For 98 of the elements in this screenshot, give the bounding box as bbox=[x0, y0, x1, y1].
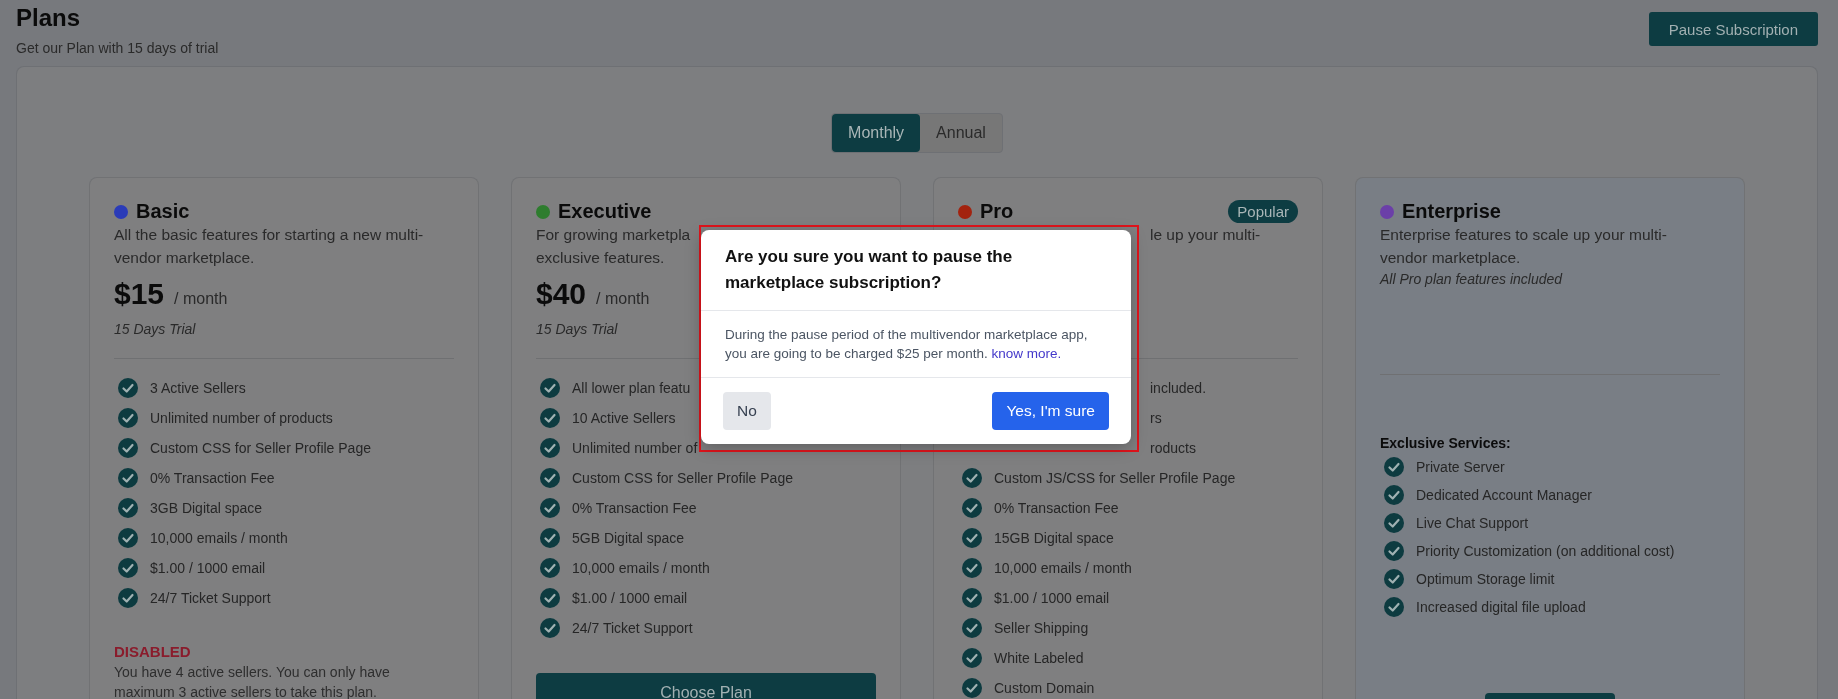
check-circle-icon bbox=[540, 408, 560, 428]
plan-description: All the basic features for starting a new multi- bbox=[114, 225, 424, 245]
check-circle-icon bbox=[962, 528, 982, 548]
feature-text: Priority Customization (on additional cost) bbox=[1416, 543, 1675, 559]
feature-text: Custom JS/CSS for Seller Profile Page bbox=[994, 470, 1236, 486]
feature-text: 3GB Digital space bbox=[150, 500, 263, 516]
plan-name: Executive bbox=[558, 200, 652, 223]
check-circle-icon bbox=[540, 378, 560, 398]
feature-text: Dedicated Account Manager bbox=[1416, 487, 1592, 503]
check-circle-icon bbox=[962, 618, 982, 638]
dialog-title: Are you sure you want to pause the marketplace subscription? bbox=[724, 246, 1014, 294]
check-circle-icon bbox=[118, 498, 138, 518]
plan-name: Enterprise bbox=[1402, 200, 1501, 223]
feature-text: 15GB Digital space bbox=[994, 530, 1114, 546]
plan-price: $15 bbox=[114, 277, 165, 311]
feature-text: 10,000 emails / month bbox=[994, 560, 1132, 576]
page-title: Plans bbox=[16, 4, 81, 32]
feature-text: $1.00 / 1000 email bbox=[150, 560, 266, 576]
trial-label: 15 Days Trial bbox=[114, 321, 196, 337]
popular-badge: Popular bbox=[1228, 200, 1298, 223]
feature-text: Seller Shipping bbox=[994, 620, 1089, 636]
confirm-button[interactable]: Yes, I'm sure bbox=[992, 392, 1109, 430]
check-circle-icon bbox=[1384, 457, 1404, 477]
feature-text: Custom Domain bbox=[994, 680, 1095, 696]
feature-text: 0% Transaction Fee bbox=[150, 470, 275, 486]
feature-text: All lower plan featu bbox=[572, 380, 691, 396]
plan-description: exclusive features. bbox=[536, 248, 665, 268]
check-circle-icon bbox=[118, 378, 138, 398]
page-subtitle: Get our Plan with 15 days of trial bbox=[16, 40, 219, 56]
check-circle-icon bbox=[962, 498, 982, 518]
know-more-link[interactable]: know more. bbox=[991, 346, 1062, 361]
feature-text: 3 Active Sellers bbox=[150, 380, 246, 396]
no-button[interactable]: No bbox=[723, 392, 771, 430]
feature-text: White Labeled bbox=[994, 650, 1084, 666]
feature-text: included. bbox=[1150, 380, 1207, 396]
plan-name: Pro bbox=[980, 200, 1014, 223]
pause-subscription-button[interactable]: Pause Subscription bbox=[1648, 12, 1818, 46]
plan-description: vendor marketplace. bbox=[1380, 248, 1521, 268]
feature-text: Custom CSS for Seller Profile Page bbox=[150, 440, 371, 456]
check-circle-icon bbox=[540, 558, 560, 578]
feature-text: Increased digital file upload bbox=[1416, 599, 1586, 615]
check-circle-icon bbox=[540, 618, 560, 638]
check-circle-icon bbox=[962, 468, 982, 488]
feature-text: 0% Transaction Fee bbox=[994, 500, 1119, 516]
check-circle-icon bbox=[118, 558, 138, 578]
check-circle-icon bbox=[540, 438, 560, 458]
plan-description: For growing marketpla bbox=[536, 225, 691, 245]
feature-text: 0% Transaction Fee bbox=[572, 500, 697, 516]
plan-description: vendor marketplace. bbox=[114, 248, 255, 268]
check-circle-icon bbox=[540, 588, 560, 608]
feature-text: $1.00 / 1000 email bbox=[994, 590, 1110, 606]
plan-price: $40 bbox=[536, 277, 587, 311]
feature-text: 5GB Digital space bbox=[572, 530, 685, 546]
check-circle-icon bbox=[1384, 569, 1404, 589]
price-period: / month bbox=[596, 290, 650, 308]
check-circle-icon bbox=[540, 498, 560, 518]
check-circle-icon bbox=[118, 408, 138, 428]
check-circle-icon bbox=[962, 648, 982, 668]
plan-note: All Pro plan features included bbox=[1380, 271, 1563, 287]
feature-text: 24/7 Ticket Support bbox=[572, 620, 693, 636]
price-period: / month bbox=[174, 290, 228, 308]
check-circle-icon bbox=[1384, 597, 1404, 617]
check-circle-icon bbox=[118, 528, 138, 548]
feature-text: roducts bbox=[1150, 440, 1196, 456]
feature-text: $1.00 / 1000 email bbox=[572, 590, 688, 606]
disabled-label: DISABLED bbox=[114, 643, 191, 660]
feature-text: 10,000 emails / month bbox=[572, 560, 710, 576]
plan-name: Basic bbox=[136, 200, 190, 223]
disabled-message: You have 4 active sellers. You can only have maximum 3 active sellers to take this plan. bbox=[114, 663, 391, 699]
feature-text: 10 Active Sellers bbox=[572, 410, 676, 426]
plan-description: Enterprise features to scale up your multi- bbox=[1380, 225, 1667, 245]
check-circle-icon bbox=[118, 468, 138, 488]
trial-label: 15 Days Trial bbox=[536, 321, 618, 337]
feature-text: 24/7 Ticket Support bbox=[150, 590, 271, 606]
check-circle-icon bbox=[962, 678, 982, 698]
check-circle-icon bbox=[118, 588, 138, 608]
feature-text: Private Server bbox=[1416, 459, 1505, 475]
feature-text: rs bbox=[1150, 410, 1162, 426]
check-circle-icon bbox=[118, 438, 138, 458]
check-circle-icon bbox=[962, 588, 982, 608]
section-heading: Exclusive Services: bbox=[1380, 435, 1511, 451]
billing-tab[interactable]: Annual bbox=[920, 114, 1002, 152]
check-circle-icon bbox=[1384, 485, 1404, 505]
feature-text: Optimum Storage limit bbox=[1416, 571, 1555, 587]
check-circle-icon bbox=[540, 468, 560, 488]
feature-text: Live Chat Support bbox=[1416, 515, 1529, 531]
feature-text: Unlimited number of bbox=[572, 440, 698, 456]
feature-text: Unlimited number of products bbox=[150, 410, 333, 426]
feature-text: 10,000 emails / month bbox=[150, 530, 288, 546]
dialog-message: During the pause period of the multivendor marketplace app, you are going to be charged $25 per month. know more. bbox=[725, 326, 1089, 363]
check-circle-icon bbox=[962, 558, 982, 578]
billing-tab[interactable]: Monthly bbox=[832, 114, 921, 152]
feature-text: Custom CSS for Seller Profile Page bbox=[572, 470, 793, 486]
check-circle-icon bbox=[1384, 541, 1404, 561]
choose-plan-button[interactable]: Choose Plan bbox=[536, 673, 876, 699]
plan-description: le up your multi- bbox=[1150, 225, 1261, 245]
check-circle-icon bbox=[540, 528, 560, 548]
check-circle-icon bbox=[1384, 513, 1404, 533]
